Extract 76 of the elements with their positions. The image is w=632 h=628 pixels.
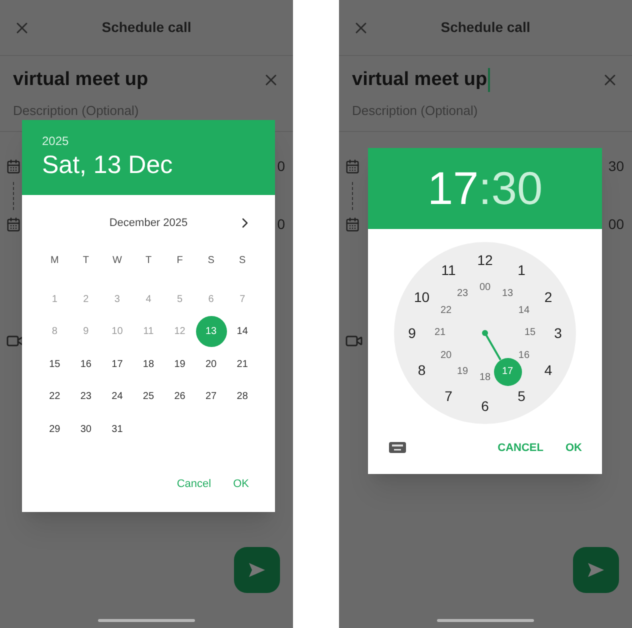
clock-number[interactable]: 17 bbox=[494, 358, 522, 386]
title-field[interactable]: virtual meet up bbox=[352, 66, 490, 94]
calendar-icon bbox=[345, 159, 360, 174]
clock-number[interactable]: 21 bbox=[434, 327, 446, 339]
clock-number[interactable]: 13 bbox=[502, 288, 514, 300]
dialog-button[interactable]: CANCEL bbox=[498, 440, 544, 456]
time-text: 30 bbox=[608, 157, 624, 176]
weekday-label: T bbox=[144, 254, 153, 268]
title-field[interactable]: virtual meet up bbox=[13, 66, 148, 94]
clock-number[interactable]: 10 bbox=[414, 288, 430, 304]
day-button[interactable]: 17 bbox=[102, 348, 133, 380]
keyboard-button[interactable] bbox=[389, 442, 406, 454]
clock-number[interactable]: 8 bbox=[414, 362, 430, 378]
day-button[interactable]: 22 bbox=[39, 381, 70, 412]
clock-number[interactable]: 00 bbox=[479, 282, 491, 294]
dialog-button[interactable]: OK bbox=[229, 472, 253, 496]
calendar-icon bbox=[6, 217, 21, 232]
clock-number[interactable]: 23 bbox=[456, 288, 468, 300]
day-button[interactable]: 23 bbox=[70, 381, 102, 412]
send-icon bbox=[249, 563, 265, 577]
day-button[interactable]: 15 bbox=[39, 348, 70, 380]
clock-number[interactable]: 22 bbox=[440, 304, 452, 316]
clock-hand[interactable] bbox=[482, 330, 502, 360]
send-button[interactable] bbox=[234, 547, 280, 593]
dialog-button[interactable]: OK bbox=[566, 440, 582, 456]
day-button[interactable]: 25 bbox=[132, 381, 164, 412]
day-button[interactable]: 27 bbox=[196, 381, 227, 412]
clock-number[interactable]: 4 bbox=[540, 362, 556, 378]
date-text: Sat, 13 Dec bbox=[42, 150, 174, 180]
day-button[interactable]: 30 bbox=[70, 414, 102, 445]
day-button[interactable]: 24 bbox=[102, 381, 133, 412]
weekday-label: S bbox=[206, 254, 216, 268]
month-label: December 2025 bbox=[109, 216, 188, 231]
day-button[interactable]: 14 bbox=[226, 316, 258, 348]
day-button[interactable]: 16 bbox=[70, 348, 102, 380]
clock-number[interactable]: 3 bbox=[550, 325, 566, 341]
send-icon bbox=[588, 563, 604, 577]
clock-number[interactable]: 9 bbox=[404, 325, 420, 341]
day-button[interactable]: 29 bbox=[39, 414, 70, 445]
dialog-button[interactable]: Cancel bbox=[172, 472, 216, 496]
hour-text[interactable]: 17 bbox=[427, 154, 479, 223]
keyboard-icon bbox=[389, 442, 406, 454]
day-button[interactable]: 28 bbox=[226, 381, 258, 412]
day-button[interactable]: 21 bbox=[226, 348, 258, 380]
day-button[interactable]: 18 bbox=[132, 348, 164, 380]
weekday-label: F bbox=[176, 254, 184, 268]
day-button[interactable]: 31 bbox=[102, 414, 133, 445]
clock-number[interactable]: 11 bbox=[440, 262, 456, 278]
day-button[interactable]: 26 bbox=[164, 381, 196, 412]
time-separator: : bbox=[478, 161, 492, 216]
screen-title: Schedule call bbox=[440, 18, 532, 37]
clock-number[interactable]: 19 bbox=[456, 366, 468, 378]
time-text: 0 bbox=[277, 215, 285, 234]
clock-number[interactable]: 20 bbox=[440, 350, 452, 362]
weekday-label: W bbox=[111, 254, 123, 268]
weekday-label: T bbox=[82, 254, 90, 268]
time-text: 00 bbox=[608, 215, 624, 234]
clock-number[interactable]: 12 bbox=[477, 252, 493, 268]
clock-number[interactable]: 7 bbox=[440, 388, 456, 404]
day-button[interactable]: 19 bbox=[164, 348, 196, 380]
screen-title: Schedule call bbox=[100, 18, 192, 37]
day-button[interactable]: 20 bbox=[196, 348, 227, 380]
calendar-icon bbox=[6, 159, 21, 174]
clock-number[interactable]: 6 bbox=[477, 398, 493, 414]
clock-number[interactable]: 5 bbox=[514, 388, 530, 404]
weekday-label: S bbox=[238, 254, 247, 268]
clock-number[interactable]: 15 bbox=[524, 327, 536, 339]
send-button[interactable] bbox=[573, 547, 619, 593]
clock-number[interactable]: 1 bbox=[514, 262, 530, 278]
clock-number[interactable]: 18 bbox=[479, 372, 491, 384]
clock-number[interactable]: 2 bbox=[540, 288, 556, 304]
day-button[interactable]: 13 bbox=[196, 316, 227, 348]
weekday-label: M bbox=[49, 254, 60, 268]
clock-number[interactable]: 14 bbox=[518, 304, 530, 316]
time-text: 0 bbox=[277, 157, 285, 176]
calendar-icon bbox=[345, 217, 360, 232]
